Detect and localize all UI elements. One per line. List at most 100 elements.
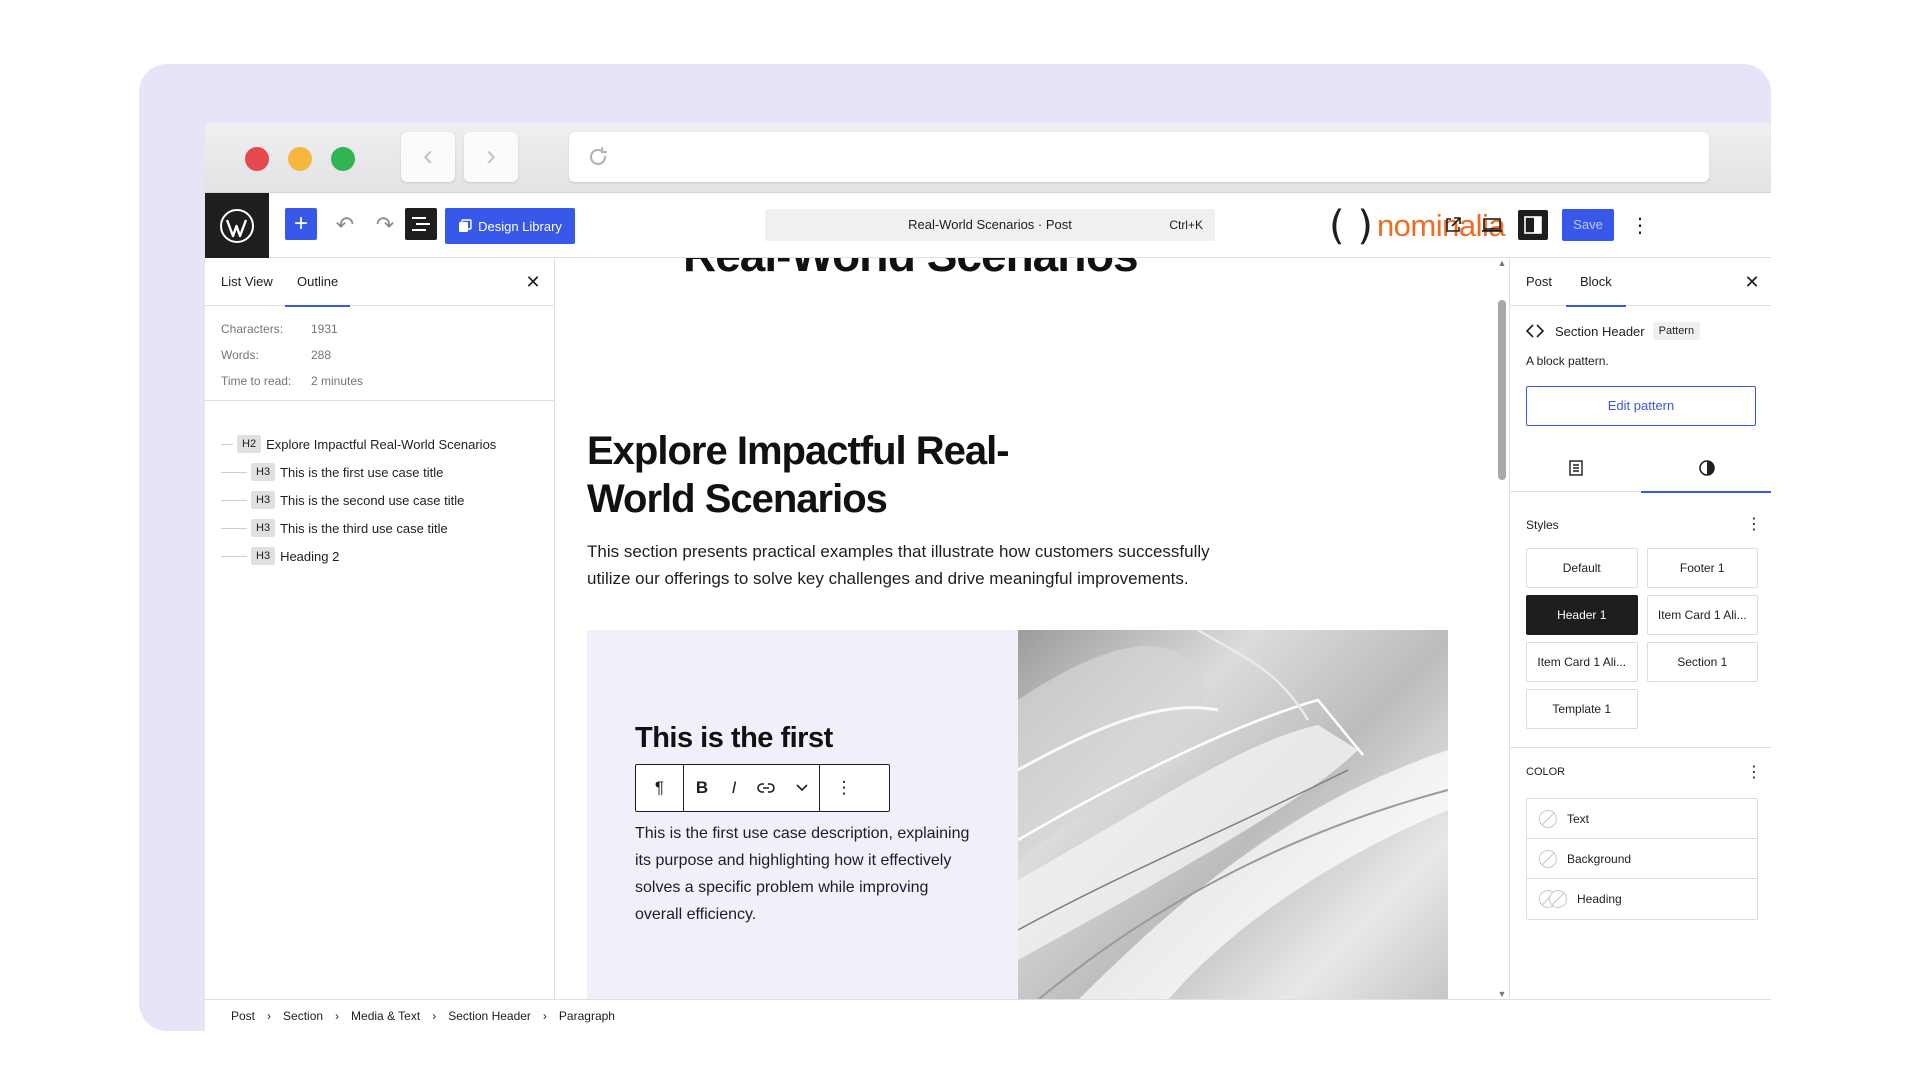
tab-outline[interactable]: Outline bbox=[285, 258, 351, 307]
tab-post[interactable]: Post bbox=[1526, 258, 1552, 306]
save-button[interactable]: Save bbox=[1562, 209, 1614, 241]
edit-pattern-button[interactable]: Edit pattern bbox=[1526, 386, 1756, 426]
style-variations: Default Footer 1 Header 1 Item Card 1 Al… bbox=[1526, 548, 1758, 729]
style-option[interactable]: Item Card 1 Ali... bbox=[1526, 642, 1638, 682]
tab-styles[interactable] bbox=[1641, 444, 1771, 493]
use-case-description[interactable]: This is the first use case description, … bbox=[635, 820, 975, 928]
maximize-window-button[interactable] bbox=[331, 147, 355, 171]
section-description[interactable]: This section presents practical examples… bbox=[587, 538, 1237, 592]
block-card-header: Section Header Pattern bbox=[1526, 322, 1701, 340]
link-button[interactable] bbox=[748, 765, 784, 811]
abstract-image[interactable] bbox=[1017, 628, 1449, 999]
tab-list-view[interactable]: List View bbox=[221, 258, 273, 306]
outline-item[interactable]: H2 Explore Impactful Real-World Scenarios bbox=[221, 430, 541, 458]
outline-item[interactable]: H3 This is the second use case title bbox=[221, 486, 541, 514]
add-block-button[interactable]: + bbox=[285, 208, 317, 240]
color-text-option[interactable]: Text bbox=[1527, 799, 1757, 839]
wordpress-editor: + ↶ ↷ Design Library Real-World Scenario… bbox=[205, 193, 1771, 1031]
outline-item[interactable]: H3 Heading 2 bbox=[221, 542, 541, 570]
outline-item[interactable]: H3 This is the third use case title bbox=[221, 514, 541, 542]
bold-icon: B bbox=[695, 778, 709, 797]
style-option[interactable]: Item Card 1 Ali... bbox=[1646, 595, 1758, 635]
scrollbar-thumb[interactable] bbox=[1498, 300, 1506, 480]
view-post-button[interactable] bbox=[1438, 210, 1468, 240]
color-heading: Color bbox=[1526, 766, 1566, 778]
block-description: A block pattern. bbox=[1526, 354, 1609, 368]
design-library-label: Design Library bbox=[478, 218, 562, 234]
canvas-scrollbar[interactable]: ▲ ▼ bbox=[1495, 258, 1509, 999]
divider bbox=[205, 400, 554, 401]
post-title[interactable]: Real-World Scenarios bbox=[683, 258, 1139, 282]
bold-button[interactable]: B bbox=[684, 765, 720, 811]
breadcrumb-item[interactable]: Post bbox=[231, 1009, 255, 1023]
browser-chrome: ‹ › bbox=[205, 123, 1771, 193]
divider bbox=[1510, 747, 1771, 748]
close-window-button[interactable] bbox=[245, 147, 269, 171]
chevron-right-icon: › bbox=[542, 1008, 547, 1023]
close-icon[interactable]: ✕ bbox=[1742, 272, 1762, 292]
settings-tabs: Post Block ✕ bbox=[1510, 258, 1771, 307]
redo-button[interactable]: ↷ bbox=[369, 208, 401, 242]
style-option[interactable]: Template 1 bbox=[1526, 689, 1638, 729]
heading-level-badge: H3 bbox=[251, 463, 276, 481]
breadcrumb-item[interactable]: Media & Text bbox=[351, 1009, 420, 1023]
color-options-button[interactable]: ⋮ bbox=[1746, 762, 1762, 782]
breadcrumb-item[interactable]: Section bbox=[283, 1009, 323, 1023]
block-inspector-tabs bbox=[1510, 444, 1771, 493]
block-name: Section Header bbox=[1555, 323, 1645, 339]
browser-forward-button[interactable]: › bbox=[464, 132, 518, 182]
color-background-option[interactable]: Background bbox=[1527, 839, 1757, 879]
stat-words: Words: 288 bbox=[221, 348, 332, 362]
list-view-icon bbox=[412, 217, 430, 231]
paragraph-icon: ¶ bbox=[654, 778, 665, 797]
design-library-button[interactable]: Design Library bbox=[445, 208, 575, 244]
more-vertical-icon: ⋮ bbox=[835, 778, 853, 797]
browser-back-button[interactable]: ‹ bbox=[401, 132, 455, 182]
styles-heading: Styles bbox=[1526, 518, 1559, 532]
tab-settings[interactable] bbox=[1510, 444, 1641, 492]
chevron-right-icon: › bbox=[486, 139, 496, 172]
reload-icon[interactable] bbox=[583, 142, 613, 172]
styles-options-button[interactable]: ⋮ bbox=[1746, 514, 1762, 534]
use-case-title[interactable]: This is the first bbox=[635, 722, 833, 755]
style-option[interactable]: Section 1 bbox=[1646, 642, 1758, 682]
tab-block[interactable]: Block bbox=[1566, 258, 1626, 307]
chevron-right-icon: › bbox=[267, 1008, 272, 1023]
style-option-selected[interactable]: Header 1 bbox=[1526, 595, 1638, 635]
command-palette-bar[interactable]: Real-World Scenarios · Post Ctrl+K bbox=[765, 209, 1215, 241]
options-menu-button[interactable]: ⋮ bbox=[1625, 210, 1655, 240]
stat-time-to-read: Time to read: 2 minutes bbox=[221, 374, 364, 388]
page-backdrop: ‹ › + ↶ ↷ Design Library Real-World Scen… bbox=[139, 64, 1771, 1031]
desktop-icon bbox=[1482, 218, 1502, 232]
plus-icon: + bbox=[293, 210, 308, 237]
section-heading[interactable]: Explore Impactful Real-World Scenarios bbox=[587, 427, 1047, 523]
wordpress-icon bbox=[220, 208, 254, 243]
document-overview-button[interactable] bbox=[405, 208, 437, 240]
color-swatch-icon bbox=[1549, 890, 1567, 908]
media-text-block[interactable]: This is the first ¶ B I ⋮ This is the fi… bbox=[587, 628, 1449, 999]
close-icon[interactable]: ✕ bbox=[523, 272, 543, 292]
color-heading-option[interactable]: Heading bbox=[1527, 879, 1757, 919]
more-formats-button[interactable] bbox=[784, 765, 820, 811]
minimize-window-button[interactable] bbox=[288, 147, 312, 171]
block-options-button[interactable]: ⋮ bbox=[820, 765, 868, 811]
heading-level-badge: H3 bbox=[251, 547, 276, 565]
breadcrumb-item[interactable]: Section Header bbox=[448, 1009, 531, 1023]
color-swatch-icon bbox=[1539, 849, 1557, 868]
address-bar[interactable] bbox=[569, 132, 1709, 182]
scroll-down-arrow-icon[interactable]: ▼ bbox=[1497, 989, 1507, 999]
scroll-up-arrow-icon[interactable]: ▲ bbox=[1497, 258, 1507, 268]
paragraph-block-button[interactable]: ¶ bbox=[636, 765, 684, 811]
style-option[interactable]: Footer 1 bbox=[1646, 548, 1758, 588]
undo-button[interactable]: ↶ bbox=[329, 208, 361, 242]
outline-item[interactable]: H3 This is the first use case title bbox=[221, 458, 541, 486]
style-option[interactable]: Default bbox=[1526, 548, 1638, 588]
wordpress-logo-button[interactable] bbox=[205, 193, 269, 258]
device-preview-button[interactable] bbox=[1477, 210, 1507, 240]
document-stats: Characters: 1931 Words: 288 Time to read: 2… bbox=[221, 322, 363, 400]
italic-button[interactable]: I bbox=[720, 765, 748, 811]
settings-panel-toggle[interactable] bbox=[1518, 210, 1548, 240]
redo-icon: ↷ bbox=[375, 212, 395, 237]
breadcrumb-item[interactable]: Paragraph bbox=[559, 1009, 615, 1023]
more-vertical-icon: ⋮ bbox=[1630, 214, 1650, 237]
